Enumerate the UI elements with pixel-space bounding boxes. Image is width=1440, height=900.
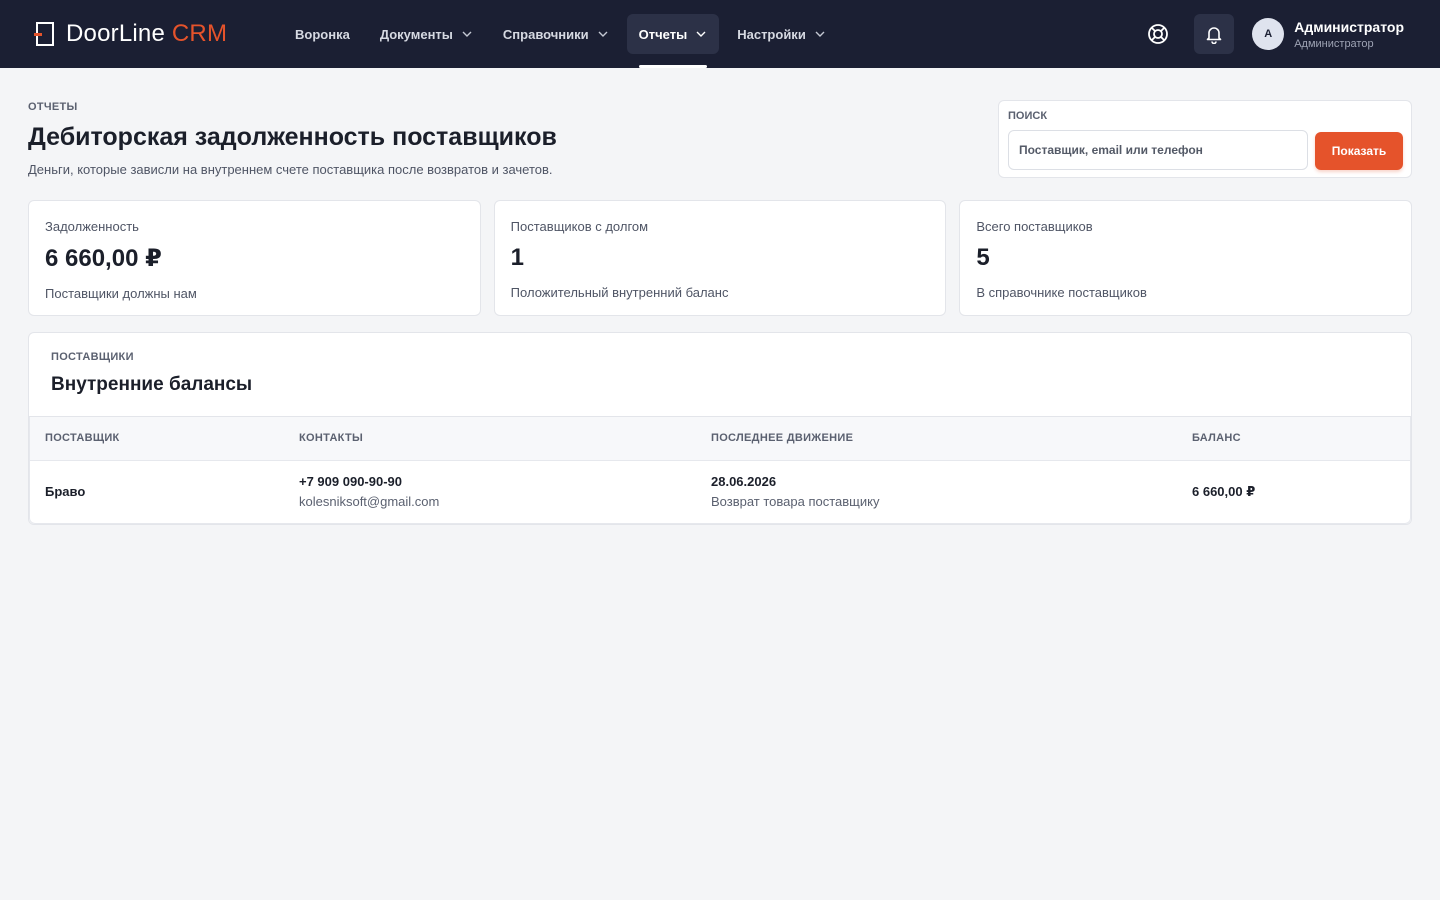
chevron-down-icon xyxy=(462,31,472,37)
section-title: Внутренние балансы xyxy=(51,374,253,395)
nav-item-documents[interactable]: Документы xyxy=(368,14,485,54)
stats-row: Задолженность 6 660,00 ₽ Поставщики долж… xyxy=(28,200,1413,316)
main-nav: Воронка Документы Справочники Отчеты Нас… xyxy=(283,14,838,68)
top-navigation-bar: DoorLine CRM Воронка Документы Справочни… xyxy=(0,0,1440,68)
user-name: Администратор xyxy=(1294,18,1404,35)
nav-item-label: Воронка xyxy=(295,26,350,42)
lifebuoy-icon xyxy=(1148,24,1169,44)
nav-item-label: Справочники xyxy=(502,26,589,42)
chevron-down-icon xyxy=(598,31,608,37)
nav-item-funnel[interactable]: Воронка xyxy=(283,14,362,54)
avatar: A xyxy=(1252,18,1285,50)
supplier-balance: 6 660,00 ₽ xyxy=(1192,483,1256,499)
last-movement-type: Возврат товара поставщику xyxy=(711,494,880,510)
balances-card: ПОСТАВЩИКИ Внутренние балансы ПОСТАВЩИК … xyxy=(28,332,1412,525)
chevron-down-icon xyxy=(696,31,706,37)
search-panel: ПОИСК Показать xyxy=(998,100,1412,178)
stat-value: 6 660,00 ₽ xyxy=(45,245,162,272)
page-header: ОТЧЕТЫ Дебиторская задолженность поставщ… xyxy=(28,68,1412,200)
bell-icon xyxy=(1206,27,1222,44)
stat-card-debt: Задолженность 6 660,00 ₽ Поставщики долж… xyxy=(28,200,481,316)
help-button[interactable] xyxy=(1138,14,1178,54)
supplier-phone: +7 909 090-90-90 xyxy=(299,474,403,490)
stat-card-suppliers-with-debt: Поставщиков с долгом 1 Положительный вну… xyxy=(493,200,947,316)
stat-label: Задолженность xyxy=(45,219,139,234)
balances-table: ПОСТАВЩИК КОНТАКТЫ ПОСЛЕДНЕЕ ДВИЖЕНИЕ БА… xyxy=(30,417,1410,523)
page-subtitle: Деньги, которые зависли на внутреннем сч… xyxy=(28,162,553,177)
balances-table-wrapper: ПОСТАВЩИК КОНТАКТЫ ПОСЛЕДНЕЕ ДВИЖЕНИЕ БА… xyxy=(29,417,1411,524)
stat-note: Положительный внутренний баланс xyxy=(510,285,729,300)
search-input[interactable] xyxy=(1008,130,1308,170)
user-role: Администратор xyxy=(1294,37,1374,50)
column-header-last-movement[interactable]: ПОСЛЕДНЕЕ ДВИЖЕНИЕ xyxy=(696,417,1177,461)
column-header-contacts[interactable]: КОНТАКТЫ xyxy=(284,417,696,461)
chevron-down-icon xyxy=(815,31,825,37)
stat-card-total-suppliers: Всего поставщиков 5 В справочнике постав… xyxy=(959,200,1413,316)
stat-note: Поставщики должны нам xyxy=(45,286,197,301)
stat-value: 5 xyxy=(976,244,990,271)
last-movement-date: 28.06.2026 xyxy=(711,474,777,490)
page-content: ОТЧЕТЫ Дебиторская задолженность поставщ… xyxy=(0,68,1440,525)
column-header-supplier[interactable]: ПОСТАВЩИК xyxy=(30,417,284,461)
table-header-row: ПОСТАВЩИК КОНТАКТЫ ПОСЛЕДНЕЕ ДВИЖЕНИЕ БА… xyxy=(30,417,1410,461)
supplier-email: kolesniksoft@gmail.com xyxy=(299,494,440,510)
brand-logo[interactable]: DoorLine CRM xyxy=(34,20,283,48)
supplier-name[interactable]: Браво xyxy=(45,484,269,499)
user-menu[interactable]: A Администратор Администратор xyxy=(1252,18,1404,50)
page-title: Дебиторская задолженность поставщиков xyxy=(28,123,557,151)
nav-item-settings[interactable]: Настройки xyxy=(725,14,838,54)
nav-item-directories[interactable]: Справочники xyxy=(491,14,621,54)
door-logo-icon xyxy=(34,22,54,46)
stat-value: 1 xyxy=(510,244,525,271)
stat-label: Всего поставщиков xyxy=(976,219,1093,234)
table-row[interactable]: Браво +7 909 090-90-90 kolesniksoft@gmai… xyxy=(30,460,1410,523)
nav-item-label: Документы xyxy=(379,26,453,42)
column-header-balance[interactable]: БАЛАНС xyxy=(1177,417,1410,461)
search-label: ПОИСК xyxy=(1008,110,1048,122)
balances-header: ПОСТАВЩИКИ Внутренние балансы xyxy=(29,333,1411,417)
topbar-actions: A Администратор Администратор xyxy=(1138,14,1404,54)
user-info: Администратор Администратор xyxy=(1294,19,1404,50)
notifications-button[interactable] xyxy=(1194,14,1235,54)
stat-label: Поставщиков с долгом xyxy=(510,219,649,234)
nav-item-label: Отчеты xyxy=(638,26,688,42)
brand-name: DoorLine CRM xyxy=(66,20,228,47)
section-eyebrow: ПОСТАВЩИКИ xyxy=(51,351,134,363)
stat-note: В справочнике поставщиков xyxy=(976,285,1147,300)
breadcrumb: ОТЧЕТЫ xyxy=(28,101,78,113)
nav-item-label: Настройки xyxy=(737,26,806,42)
nav-item-reports[interactable]: Отчеты xyxy=(626,14,720,68)
show-button[interactable]: Показать xyxy=(1315,132,1403,170)
